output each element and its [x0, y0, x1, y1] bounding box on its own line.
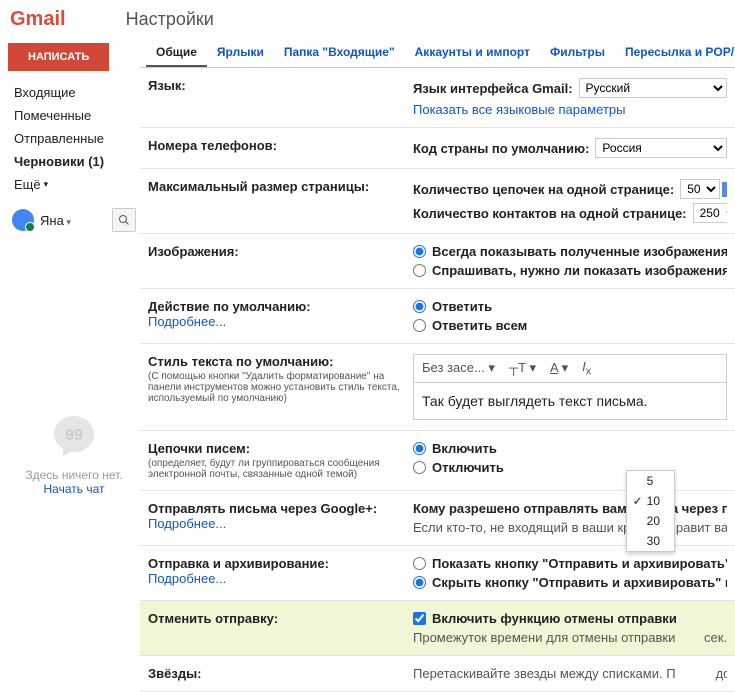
archive-show-radio[interactable] [413, 557, 426, 570]
search-button[interactable] [112, 208, 136, 232]
images-always-radio[interactable] [413, 245, 426, 258]
settings-tabs: Общие Ярлыки Папка "Входящие" Аккаунты и… [140, 35, 735, 68]
images-ask-radio[interactable] [413, 264, 426, 277]
tab-forwarding[interactable]: Пересылка и POP/IMAP [615, 39, 735, 67]
contacts-select[interactable]: 250 [693, 203, 727, 223]
user-name[interactable]: Яна [40, 213, 112, 228]
tab-inbox[interactable]: Папка "Входящие" [274, 39, 405, 67]
tab-filters[interactable]: Фильтры [540, 39, 615, 67]
stars-label: Звёзды: [148, 666, 413, 681]
lang-label: Язык: [148, 78, 413, 117]
conv-on-radio[interactable] [413, 442, 426, 455]
font-sample: Так будет выглядеть текст письма. [413, 383, 727, 420]
phones-label: Номера телефонов: [148, 138, 413, 158]
country-code-select[interactable]: Россия [595, 138, 727, 158]
pagesize-label: Максимальный размер страницы: [148, 179, 413, 223]
images-label: Изображения: [148, 244, 413, 278]
ui-lang-select[interactable]: Русский [579, 78, 727, 98]
svg-text:99: 99 [65, 427, 83, 444]
avatar[interactable] [12, 209, 34, 231]
tab-labels[interactable]: Ярлыки [207, 39, 274, 67]
hangouts-area: 99 Здесь ничего нет. Начать чат [8, 412, 140, 496]
hangouts-icon: 99 [50, 412, 98, 460]
font-size-icon[interactable]: ┬T ▾ [509, 360, 536, 376]
font-family-select[interactable]: Без засе... ▾ [422, 360, 495, 376]
country-code-label: Код страны по умолчанию: [413, 141, 589, 156]
nav-drafts[interactable]: Черновики (1) [8, 150, 140, 173]
reply-radio[interactable] [413, 300, 426, 313]
nav-starred[interactable]: Помеченные [8, 104, 140, 127]
dropdown-option[interactable]: 5 [627, 471, 674, 491]
page-title: Настройки [126, 9, 214, 30]
gplus-label: Отправлять письма через Google+: Подробн… [148, 501, 413, 535]
tab-general[interactable]: Общие [146, 39, 207, 67]
undo-label: Отменить отправку: [148, 611, 413, 645]
archive-label: Отправка и архивирование: Подробнее... [148, 556, 413, 590]
conv-off-radio[interactable] [413, 461, 426, 474]
font-toolbar: Без засе... ▾ ┬T ▾ A ▾ Ix [413, 354, 727, 383]
font-color-icon[interactable]: A ▾ [550, 360, 568, 376]
dropdown-option[interactable]: 10 [627, 491, 674, 511]
nav-more[interactable]: Ещё [8, 173, 140, 196]
gplus-learn-link[interactable]: Подробнее... [148, 516, 413, 531]
undo-checkbox[interactable] [413, 612, 426, 625]
default-action-label: Действие по умолчанию: Подробнее... [148, 299, 413, 333]
archive-learn-link[interactable]: Подробнее... [148, 571, 413, 586]
archive-hide-radio[interactable] [413, 576, 426, 589]
hangouts-empty-text: Здесь ничего нет. [18, 468, 130, 482]
nav-inbox[interactable]: Входящие [8, 81, 140, 104]
gmail-logo: Gmail [10, 8, 66, 31]
contacts-per-page-label: Количество контактов на одной странице: [413, 206, 687, 221]
remove-format-icon[interactable]: Ix [582, 359, 591, 378]
search-icon [118, 214, 130, 226]
ui-lang-label: Язык интерфейса Gmail: [413, 81, 573, 96]
dropdown-option[interactable]: 20 [627, 511, 674, 531]
dropdown-option[interactable]: 30 [627, 531, 674, 551]
conversation-label: Цепочки писем: (определяет, будут ли гру… [148, 441, 413, 480]
tab-accounts[interactable]: Аккаунты и импорт [405, 39, 540, 67]
compose-button[interactable]: НАПИСАТЬ [8, 43, 109, 71]
reply-all-radio[interactable] [413, 319, 426, 332]
threads-per-page-label: Количество цепочек на одной странице: [413, 182, 674, 197]
text-style-label: Стиль текста по умолчанию: (С помощью кн… [148, 354, 413, 420]
nav-sent[interactable]: Отправленные [8, 127, 140, 150]
stepper-icon[interactable] [722, 182, 727, 197]
default-action-learn-link[interactable]: Подробнее... [148, 314, 413, 329]
show-all-langs-link[interactable]: Показать все языковые параметры [413, 102, 625, 117]
sidebar: НАПИСАТЬ Входящие Помеченные Отправленны… [0, 35, 140, 692]
start-chat-link[interactable]: Начать чат [18, 482, 130, 496]
threads-select[interactable]: 50 [680, 179, 720, 199]
undo-period-dropdown[interactable]: 5 10 20 30 [626, 470, 675, 552]
